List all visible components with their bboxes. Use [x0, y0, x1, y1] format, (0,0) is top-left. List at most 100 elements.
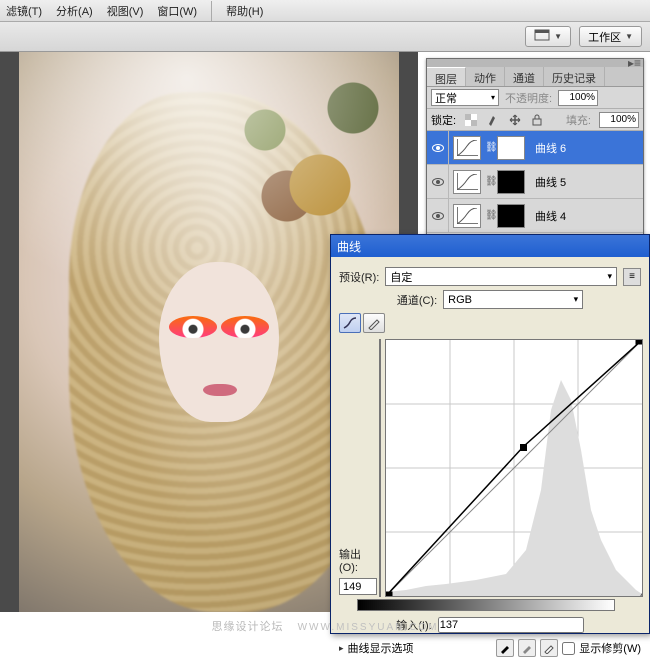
eyedropper-group: 显示修剪(W)	[496, 639, 641, 657]
menu-separator	[211, 1, 212, 21]
white-point-eyedropper[interactable]	[540, 639, 558, 657]
eye-icon	[432, 178, 444, 186]
curve-display-options-toggle[interactable]: ▸ 曲线显示选项	[339, 640, 414, 656]
lock-pixels-icon[interactable]	[486, 113, 500, 127]
link-icon[interactable]: ⛓	[485, 210, 493, 221]
blend-mode-value: 正常	[435, 90, 457, 106]
opacity-field[interactable]: 100%	[558, 90, 598, 106]
curves-graph[interactable]	[385, 339, 643, 597]
input-gradient	[357, 599, 615, 611]
output-gradient	[379, 339, 381, 597]
lock-transparent-icon[interactable]	[464, 113, 478, 127]
dialog-titlebar[interactable]: 曲线	[331, 235, 649, 257]
menu-help[interactable]: 帮助(H)	[226, 3, 263, 19]
gray-point-eyedropper[interactable]	[518, 639, 536, 657]
eye-icon	[432, 212, 444, 220]
point-curve-tool[interactable]	[339, 313, 361, 333]
layer-row[interactable]: ⛓ 曲线 4	[427, 199, 643, 233]
fill-field[interactable]: 100%	[599, 112, 639, 128]
output-field[interactable]	[339, 578, 377, 595]
chevron-down-icon: ▾	[607, 271, 612, 282]
layer-thumbnails: ⛓	[449, 170, 529, 194]
mask-thumb[interactable]	[497, 204, 525, 228]
black-point-eyedropper[interactable]	[496, 639, 514, 657]
curve-point-highlight[interactable]	[636, 340, 642, 344]
screen-mode-button[interactable]: ▼	[525, 26, 571, 47]
layer-row[interactable]: ⛓ 曲线 5	[427, 165, 643, 199]
menu-view[interactable]: 视图(V)	[107, 3, 144, 19]
layer-name[interactable]: 曲线 5	[529, 174, 566, 190]
lock-all-icon[interactable]	[530, 113, 544, 127]
menu-window[interactable]: 窗口(W)	[157, 3, 197, 19]
disclose-label: 曲线显示选项	[348, 640, 414, 656]
preset-menu-button[interactable]: ≡	[623, 268, 641, 286]
layer-list: ⛓ 曲线 6 ⛓ 曲线 5 ⛓ 曲线 4	[427, 131, 643, 233]
preset-select[interactable]: 自定 ▾	[385, 267, 617, 286]
photo-lips	[203, 384, 237, 396]
disclosure-triangle-icon: ▸	[339, 643, 344, 654]
watermark-domain: WWW.MISSYUAN.COM	[298, 622, 439, 633]
mask-thumb[interactable]	[497, 170, 525, 194]
photo-eye-left	[169, 316, 217, 338]
opacity-label: 不透明度:	[505, 90, 552, 106]
layer-lock-row: 锁定: 填充: 100%	[427, 109, 643, 131]
layer-thumbnails: ⛓	[449, 204, 529, 228]
workspace-button[interactable]: 工作区 ▼	[579, 26, 642, 47]
panel-menu-icon[interactable]: ▸≡	[628, 56, 641, 70]
channel-value: RGB	[448, 294, 472, 306]
curve-point-shadow[interactable]	[386, 592, 392, 596]
chevron-down-icon: ▾	[491, 93, 495, 102]
eye-icon	[432, 144, 444, 152]
panel-grip[interactable]: ▸≡	[427, 59, 643, 67]
layers-panel: ▸≡ 图层 动作 通道 历史记录 正常 ▾ 不透明度: 100% 锁定: 填充:…	[426, 58, 644, 254]
options-bar: ▼ 工作区 ▼	[0, 22, 650, 52]
show-clipping-checkbox[interactable]: 显示修剪(W)	[562, 640, 641, 656]
mask-thumb[interactable]	[497, 136, 525, 160]
link-icon[interactable]: ⛓	[485, 142, 493, 153]
tab-actions[interactable]: 动作	[466, 67, 505, 86]
workspace-label: 工作区	[588, 29, 621, 45]
pencil-curve-tool[interactable]	[363, 313, 385, 333]
adjustment-thumb[interactable]	[453, 136, 481, 160]
adjustment-thumb[interactable]	[453, 204, 481, 228]
link-icon[interactable]: ⛓	[485, 176, 493, 187]
adjustment-thumb[interactable]	[453, 170, 481, 194]
layer-name[interactable]: 曲线 4	[529, 208, 566, 224]
blend-mode-select[interactable]: 正常 ▾	[431, 89, 499, 106]
watermark: 思缘设计论坛 WWW.MISSYUAN.COM	[0, 618, 650, 634]
layer-thumbnails: ⛓	[449, 136, 529, 160]
menubar: 滤镜(T) 分析(A) 视图(V) 窗口(W) 帮助(H)	[0, 0, 650, 22]
visibility-toggle[interactable]	[427, 131, 449, 164]
layer-row[interactable]: ⛓ 曲线 6	[427, 131, 643, 165]
chevron-down-icon: ▼	[554, 32, 562, 41]
curve-edit-tools	[339, 313, 385, 333]
curve-point-selected[interactable]	[520, 444, 527, 451]
layer-name[interactable]: 曲线 6	[529, 140, 566, 156]
curves-dialog: 曲线 预设(R): 自定 ▾ ≡ 通道(C): RGB ▾	[330, 234, 650, 634]
visibility-toggle[interactable]	[427, 199, 449, 232]
visibility-toggle[interactable]	[427, 165, 449, 198]
channel-select[interactable]: RGB ▾	[443, 290, 583, 309]
lock-position-icon[interactable]	[508, 113, 522, 127]
tab-history[interactable]: 历史记录	[544, 67, 605, 86]
watermark-text: 思缘设计论坛	[212, 621, 284, 633]
photo-eye-right	[221, 316, 269, 338]
show-clipping-label: 显示修剪(W)	[579, 640, 641, 656]
menu-analysis[interactable]: 分析(A)	[56, 3, 93, 19]
screen-mode-icon	[534, 29, 550, 44]
show-clipping-input[interactable]	[562, 642, 575, 655]
lock-label: 锁定:	[431, 112, 456, 128]
output-label: 输出(O):	[339, 546, 377, 574]
menu-filter[interactable]: 滤镜(T)	[6, 3, 42, 19]
chevron-down-icon: ▾	[574, 294, 579, 305]
tab-channels[interactable]: 通道	[505, 67, 544, 86]
layer-options-row: 正常 ▾ 不透明度: 100%	[427, 87, 643, 109]
fill-label: 填充:	[566, 112, 591, 128]
preset-label: 预设(R):	[339, 269, 379, 285]
tab-layers[interactable]: 图层	[427, 67, 466, 86]
channel-label: 通道(C):	[397, 292, 437, 308]
panel-tabs: 图层 动作 通道 历史记录	[427, 67, 643, 87]
chevron-down-icon: ▼	[625, 32, 633, 41]
preset-value: 自定	[390, 269, 412, 285]
photo-face	[159, 262, 279, 422]
